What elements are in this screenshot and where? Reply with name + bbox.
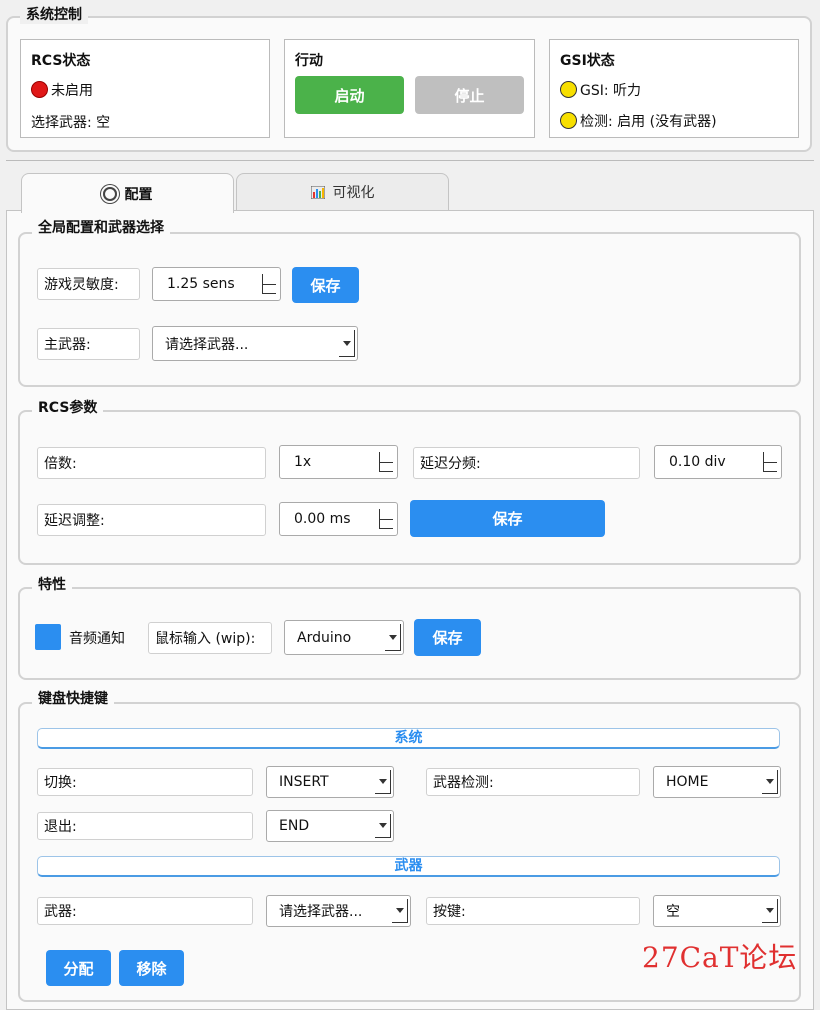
divider	[6, 160, 814, 161]
spin-arrows-icon[interactable]	[763, 452, 777, 472]
rcs-params-group	[18, 410, 801, 565]
audio-checkbox[interactable]	[35, 624, 61, 650]
chevron-down-icon[interactable]	[375, 770, 391, 794]
tab-visualization-label: 可视化	[332, 185, 375, 201]
stop-button[interactable]: 停止	[415, 76, 524, 114]
chevron-down-icon[interactable]	[762, 899, 778, 923]
main-weapon-value: 请选择武器...	[165, 336, 249, 353]
gsi-line-1: GSI: 听力	[560, 80, 641, 100]
rcs-status-title: RCS状态	[31, 53, 91, 69]
tab-config-label: 配置	[124, 186, 153, 203]
tab-visualization[interactable]: 可视化	[236, 173, 449, 210]
rcs-weapon-text: 选择武器: 空	[31, 115, 111, 131]
global-config-group	[18, 232, 801, 387]
key-select[interactable]: 空	[653, 895, 781, 927]
system-section-header: 系统	[37, 728, 780, 749]
sensitivity-label: 游戏灵敏度:	[37, 268, 140, 300]
gsi-line-2: 检测: 启用 (没有武器)	[560, 111, 717, 131]
gsi-line-1-text: GSI: 听力	[580, 83, 642, 99]
rcs-status-line: 未启用	[31, 80, 93, 100]
key-value: 空	[666, 904, 680, 920]
mouse-input-label: 鼠标输入 (wip):	[148, 622, 272, 654]
delay-div-label: 延迟分频:	[413, 447, 640, 479]
toggle-select[interactable]: INSERT	[266, 766, 394, 798]
hotkeys-title: 键盘快捷键	[32, 690, 114, 708]
gsi-status-title: GSI状态	[560, 53, 615, 69]
remove-button[interactable]: 移除	[119, 950, 184, 986]
spin-arrows-icon[interactable]	[379, 452, 393, 472]
assign-button[interactable]: 分配	[46, 950, 111, 986]
weapon-label: 武器:	[37, 897, 253, 925]
exit-value: END	[279, 818, 310, 834]
tab-config[interactable]: 配置	[21, 173, 234, 213]
status-yellow-icon	[560, 112, 577, 129]
multiplier-value: 1x	[294, 454, 312, 470]
rcs-status-text: 未启用	[51, 83, 93, 99]
start-button[interactable]: 启动	[295, 76, 404, 114]
spin-arrows-icon[interactable]	[379, 509, 393, 529]
weapon-section-header: 武器	[37, 856, 780, 877]
rcs-params-title: RCS参数	[32, 399, 104, 417]
audio-label: 音频通知	[69, 631, 125, 647]
main-weapon-select[interactable]: 请选择武器...	[152, 326, 358, 361]
mouse-input-select[interactable]: Arduino	[284, 620, 404, 655]
sensitivity-spinbox[interactable]: 1.25 sens	[152, 267, 281, 301]
system-control-title: 系统控制	[20, 6, 88, 24]
rcs-save-button[interactable]: 保存	[410, 500, 605, 537]
rcs-status-card: RCS状态 未启用 选择武器: 空	[20, 39, 270, 138]
global-config-title: 全局配置和武器选择	[32, 219, 170, 237]
multiplier-spinbox[interactable]: 1x	[279, 445, 398, 479]
chevron-down-icon[interactable]	[339, 330, 355, 357]
action-title: 行动	[295, 53, 323, 69]
watermark: 27CaT论坛	[642, 941, 798, 974]
features-title: 特性	[32, 576, 72, 594]
weapon-detect-label: 武器检测:	[426, 768, 640, 796]
sensitivity-value: 1.25 sens	[167, 276, 235, 292]
spin-arrows-icon[interactable]	[262, 274, 276, 294]
gsi-line-2-text: 检测: 启用 (没有武器)	[580, 114, 717, 130]
gear-icon	[102, 186, 117, 201]
status-yellow-icon	[560, 81, 577, 98]
action-card: 行动 启动 停止	[284, 39, 535, 138]
delay-div-spinbox[interactable]: 0.10 div	[654, 445, 782, 479]
global-save-button[interactable]: 保存	[292, 267, 359, 303]
weapon-value: 请选择武器...	[279, 904, 363, 920]
gsi-status-card: GSI状态 GSI: 听力 检测: 启用 (没有武器)	[549, 39, 799, 138]
main-weapon-label: 主武器:	[37, 328, 140, 360]
delay-adj-spinbox[interactable]: 0.00 ms	[279, 502, 398, 536]
features-save-button[interactable]: 保存	[414, 619, 481, 656]
status-red-icon	[31, 81, 48, 98]
chevron-down-icon[interactable]	[375, 814, 391, 838]
delay-adj-label: 延迟调整:	[37, 504, 266, 536]
features-group	[18, 587, 801, 680]
key-label: 按键:	[426, 897, 640, 925]
exit-label: 退出:	[37, 812, 253, 840]
toggle-label: 切换:	[37, 768, 253, 796]
exit-select[interactable]: END	[266, 810, 394, 842]
chart-icon	[310, 185, 325, 199]
mouse-input-value: Arduino	[297, 629, 352, 646]
chevron-down-icon[interactable]	[385, 624, 401, 651]
weapon-detect-value: HOME	[666, 774, 709, 790]
delay-adj-value: 0.00 ms	[294, 511, 351, 527]
delay-div-value: 0.10 div	[669, 454, 726, 470]
multiplier-label: 倍数:	[37, 447, 266, 479]
weapon-select[interactable]: 请选择武器...	[266, 895, 411, 927]
chevron-down-icon[interactable]	[392, 899, 408, 923]
chevron-down-icon[interactable]	[762, 770, 778, 794]
toggle-value: INSERT	[279, 774, 329, 790]
weapon-detect-select[interactable]: HOME	[653, 766, 781, 798]
